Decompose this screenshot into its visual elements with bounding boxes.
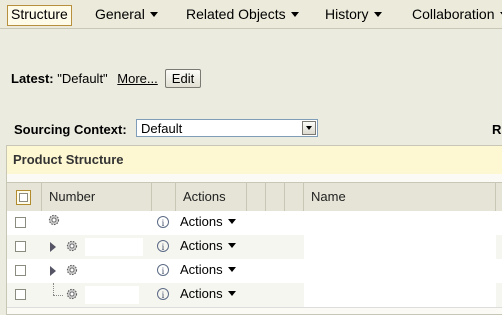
table-header: Number Actions Name (7, 182, 502, 212)
row-actions-dropdown[interactable]: Actions (180, 238, 236, 253)
table-row[interactable]: i Actions (7, 235, 502, 260)
info-column-header (152, 183, 176, 211)
menu-collaboration-label: Collaboration (412, 6, 495, 22)
panel-header: Product Structure (7, 146, 502, 175)
empty-column-header (247, 183, 266, 211)
menu-structure-label: Structure (11, 6, 68, 22)
select-all-checkbox[interactable] (16, 190, 31, 205)
info-icon[interactable]: i (157, 264, 169, 276)
tree-expand-icon[interactable] (50, 242, 56, 252)
latest-value: "Default" (57, 71, 107, 86)
edit-button[interactable]: Edit (165, 69, 201, 88)
menu-history-label: History (325, 6, 369, 22)
chevron-down-icon (374, 12, 382, 17)
row-actions-label: Actions (180, 214, 223, 229)
sourcing-context-select[interactable]: Default (136, 119, 318, 137)
menu-collaboration[interactable]: Collaboration (412, 5, 502, 24)
row-checkbox[interactable] (15, 217, 26, 228)
name-cell (304, 235, 496, 259)
number-header-label: Number (49, 189, 95, 204)
tree-connector (53, 283, 54, 295)
actions-header-label: Actions (183, 189, 226, 204)
number-value (85, 286, 139, 304)
cut-off-label: R (492, 122, 501, 137)
table-row[interactable]: i Actions (7, 211, 502, 236)
latest-label: Latest: (11, 71, 54, 86)
number-value (85, 262, 143, 280)
overflow-column-header (496, 183, 502, 211)
table-row[interactable]: i Actions (7, 283, 502, 308)
gear-icon (65, 287, 79, 301)
chevron-down-icon (228, 267, 236, 272)
sourcing-context-label: Sourcing Context: (14, 122, 127, 137)
name-column-header[interactable]: Name (304, 183, 496, 211)
name-header-label: Name (311, 189, 346, 204)
row-actions-label: Actions (180, 286, 223, 301)
chevron-down-icon (228, 243, 236, 248)
row-checkbox[interactable] (15, 265, 26, 276)
menu-general[interactable]: General (95, 5, 158, 24)
row-actions-label: Actions (180, 238, 223, 253)
number-column-header[interactable]: Number (42, 183, 152, 211)
gear-icon (47, 213, 61, 227)
latest-row: Latest: "Default" More... (11, 71, 158, 86)
table-row[interactable]: i Actions (7, 259, 502, 284)
row-actions-label: Actions (180, 262, 223, 277)
empty-column-header (266, 183, 285, 211)
name-cell (304, 211, 496, 235)
actions-column-header[interactable]: Actions (176, 183, 247, 211)
tree-expand-icon[interactable] (50, 266, 56, 276)
panel-title: Product Structure (13, 152, 124, 167)
row-actions-dropdown[interactable]: Actions (180, 286, 236, 301)
tree-connector (53, 295, 63, 296)
row-actions-dropdown[interactable]: Actions (180, 214, 236, 229)
row-checkbox[interactable] (15, 289, 26, 300)
name-cell (304, 259, 496, 283)
more-link[interactable]: More... (117, 71, 157, 86)
chevron-down-icon (150, 12, 158, 17)
sourcing-context-value: Default (141, 121, 182, 136)
info-icon[interactable]: i (157, 240, 169, 252)
name-cell (304, 283, 496, 307)
menu-related-objects[interactable]: Related Objects (186, 5, 299, 24)
select-all-column (7, 183, 42, 211)
number-value (85, 238, 143, 256)
menu-bar: Structure General Related Objects Histor… (0, 0, 502, 29)
menu-related-objects-label: Related Objects (186, 6, 286, 22)
info-icon[interactable]: i (157, 288, 169, 300)
row-actions-dropdown[interactable]: Actions (180, 262, 236, 277)
gear-icon (65, 263, 79, 277)
chevron-down-icon (228, 219, 236, 224)
product-structure-panel: Product Structure Number Actions Name (6, 145, 502, 315)
menu-general-label: General (95, 6, 145, 22)
gear-icon (65, 239, 79, 253)
chevron-down-icon (228, 291, 236, 296)
dropdown-arrow-icon[interactable] (302, 121, 316, 135)
info-icon[interactable]: i (157, 216, 169, 228)
menu-structure[interactable]: Structure (7, 5, 72, 26)
menu-history[interactable]: History (325, 5, 382, 24)
empty-column-header (285, 183, 304, 211)
structure-table: Number Actions Name i Actions (7, 174, 502, 314)
chevron-down-icon (291, 12, 299, 17)
row-checkbox[interactable] (15, 241, 26, 252)
